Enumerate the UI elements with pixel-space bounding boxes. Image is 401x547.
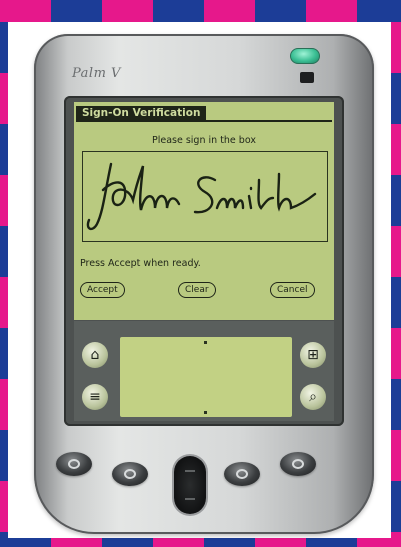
frame-segment xyxy=(0,481,8,532)
brand-logo: Palm V xyxy=(72,66,121,81)
frame-segment xyxy=(0,532,8,538)
home-icon[interactable]: ⌂ xyxy=(82,342,108,368)
address-book-glyph xyxy=(124,469,136,479)
frame-segment xyxy=(391,226,401,277)
frame-segment xyxy=(306,538,357,547)
frame-segment xyxy=(0,0,51,22)
signature-drawing xyxy=(86,162,317,231)
scroll-down-line xyxy=(185,498,195,500)
cancel-button[interactable]: Cancel xyxy=(270,282,315,298)
title-rule xyxy=(76,120,332,122)
frame-segment xyxy=(204,538,255,547)
menu-icon[interactable]: ≡ xyxy=(82,384,108,410)
scroll-rocker[interactable] xyxy=(174,456,206,514)
frame-segment xyxy=(102,0,153,22)
date-book-glyph xyxy=(68,459,80,469)
date-book-button[interactable] xyxy=(56,452,92,476)
frame-segment xyxy=(391,430,401,481)
frame-segment xyxy=(357,0,401,22)
todo-list-button[interactable] xyxy=(224,462,260,486)
frame-segment xyxy=(102,538,153,547)
dialog-title: Sign-On Verification xyxy=(76,106,207,121)
frame-segment xyxy=(391,175,401,226)
pda-device: Palm V Sign-On Verification Please sign … xyxy=(34,34,374,534)
frame-segment xyxy=(0,124,8,175)
frame-segment xyxy=(357,538,401,547)
power-button[interactable] xyxy=(290,48,320,64)
signature-pad[interactable] xyxy=(82,151,328,242)
frame-segment xyxy=(391,73,401,124)
frame-segment xyxy=(0,277,8,328)
frame-segment xyxy=(0,22,8,73)
graffiti-area[interactable] xyxy=(120,337,292,417)
address-book-button[interactable] xyxy=(112,462,148,486)
accept-button[interactable]: Accept xyxy=(80,282,125,298)
ir-port xyxy=(300,72,314,83)
frame-segment xyxy=(0,73,8,124)
frame-segment xyxy=(391,22,401,73)
frame-segment xyxy=(0,175,8,226)
todo-list-glyph xyxy=(236,469,248,479)
frame-segment xyxy=(0,328,8,379)
frame-segment xyxy=(391,532,401,538)
scroll-up-line xyxy=(185,470,195,472)
frame-segment xyxy=(153,538,204,547)
lcd-screen: Sign-On Verification Please sign in the … xyxy=(74,102,334,320)
frame-segment xyxy=(153,0,204,22)
memo-pad-glyph xyxy=(292,459,304,469)
frame-segment xyxy=(0,430,8,481)
frame-segment xyxy=(391,328,401,379)
frame-segment xyxy=(391,277,401,328)
frame-segment xyxy=(391,124,401,175)
frame-segment xyxy=(255,538,306,547)
frame-segment xyxy=(0,538,51,547)
frame-segment xyxy=(51,0,102,22)
frame-segment xyxy=(306,0,357,22)
graffiti-tick xyxy=(204,411,207,414)
frame-segment xyxy=(391,379,401,430)
frame-segment xyxy=(255,0,306,22)
frame-segment xyxy=(51,538,102,547)
frame-segment xyxy=(0,379,8,430)
graffiti-tick xyxy=(204,341,207,344)
clear-button[interactable]: Clear xyxy=(178,282,216,298)
signature-instruction: Please sign in the box xyxy=(152,135,256,146)
frame-segment xyxy=(391,481,401,532)
status-message: Press Accept when ready. xyxy=(80,258,201,269)
frame-segment xyxy=(204,0,255,22)
calculator-icon[interactable]: ⊞ xyxy=(300,342,326,368)
find-icon[interactable]: ⌕ xyxy=(300,384,326,410)
frame-segment xyxy=(0,226,8,277)
memo-pad-button[interactable] xyxy=(280,452,316,476)
